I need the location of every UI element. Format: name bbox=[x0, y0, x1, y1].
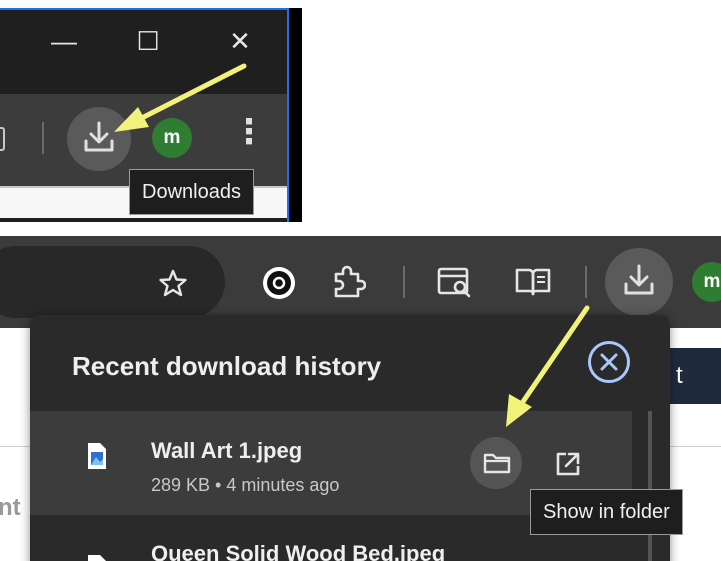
downloads-button[interactable] bbox=[605, 248, 673, 316]
file-name: Wall Art 1.jpeg bbox=[151, 438, 303, 463]
avatar[interactable]: m bbox=[692, 262, 721, 302]
toolbar-separator bbox=[42, 122, 44, 154]
toolbar-separator bbox=[403, 266, 405, 298]
window-edge bbox=[289, 8, 302, 222]
panel-title: Recent download history bbox=[72, 351, 382, 381]
address-bar[interactable] bbox=[0, 246, 225, 318]
image-file-icon bbox=[88, 555, 106, 561]
menu-icon[interactable]: ⋮ bbox=[232, 112, 266, 152]
page-divider bbox=[0, 446, 30, 447]
file-meta: 289 KB • 4 minutes ago bbox=[151, 475, 340, 495]
bottom-screenshot: m t nt Recent download history Wall Art … bbox=[0, 236, 721, 561]
reading-mode-icon[interactable] bbox=[436, 266, 474, 300]
star-icon[interactable] bbox=[158, 268, 188, 298]
open-external-icon[interactable] bbox=[555, 451, 581, 477]
page-heading-fragment: nt bbox=[0, 494, 21, 521]
top-screenshot: — ☐ ✕ m ⋮ Downloads bbox=[0, 0, 302, 222]
partial-toolbar-icon bbox=[0, 127, 5, 151]
reading-list-icon[interactable] bbox=[514, 266, 552, 298]
downloads-button[interactable] bbox=[67, 107, 131, 171]
toolbar-separator bbox=[585, 266, 587, 298]
avatar[interactable]: m bbox=[152, 118, 192, 158]
maximize-icon[interactable]: ☐ bbox=[128, 26, 168, 57]
panel-scrollbar[interactable] bbox=[648, 411, 652, 561]
folder-icon bbox=[483, 453, 511, 474]
file-name: Queen Solid Wood Bed.jpeg bbox=[151, 541, 446, 561]
download-icon bbox=[624, 264, 654, 295]
download-icon bbox=[84, 121, 114, 152]
show-in-folder-button[interactable] bbox=[470, 437, 522, 489]
downloads-tooltip: Downloads bbox=[129, 169, 254, 215]
page-divider bbox=[670, 446, 721, 447]
close-circle-icon bbox=[600, 353, 618, 371]
close-panel-button[interactable] bbox=[588, 341, 630, 383]
close-icon[interactable]: ✕ bbox=[220, 26, 260, 57]
show-in-folder-tooltip: Show in folder bbox=[530, 489, 683, 535]
image-file-icon bbox=[88, 443, 106, 469]
extension-icon[interactable] bbox=[262, 266, 296, 300]
puzzle-icon[interactable] bbox=[330, 264, 366, 300]
download-item[interactable]: Queen Solid Wood Bed.jpeg bbox=[30, 541, 632, 561]
minimize-icon[interactable]: — bbox=[44, 26, 84, 57]
